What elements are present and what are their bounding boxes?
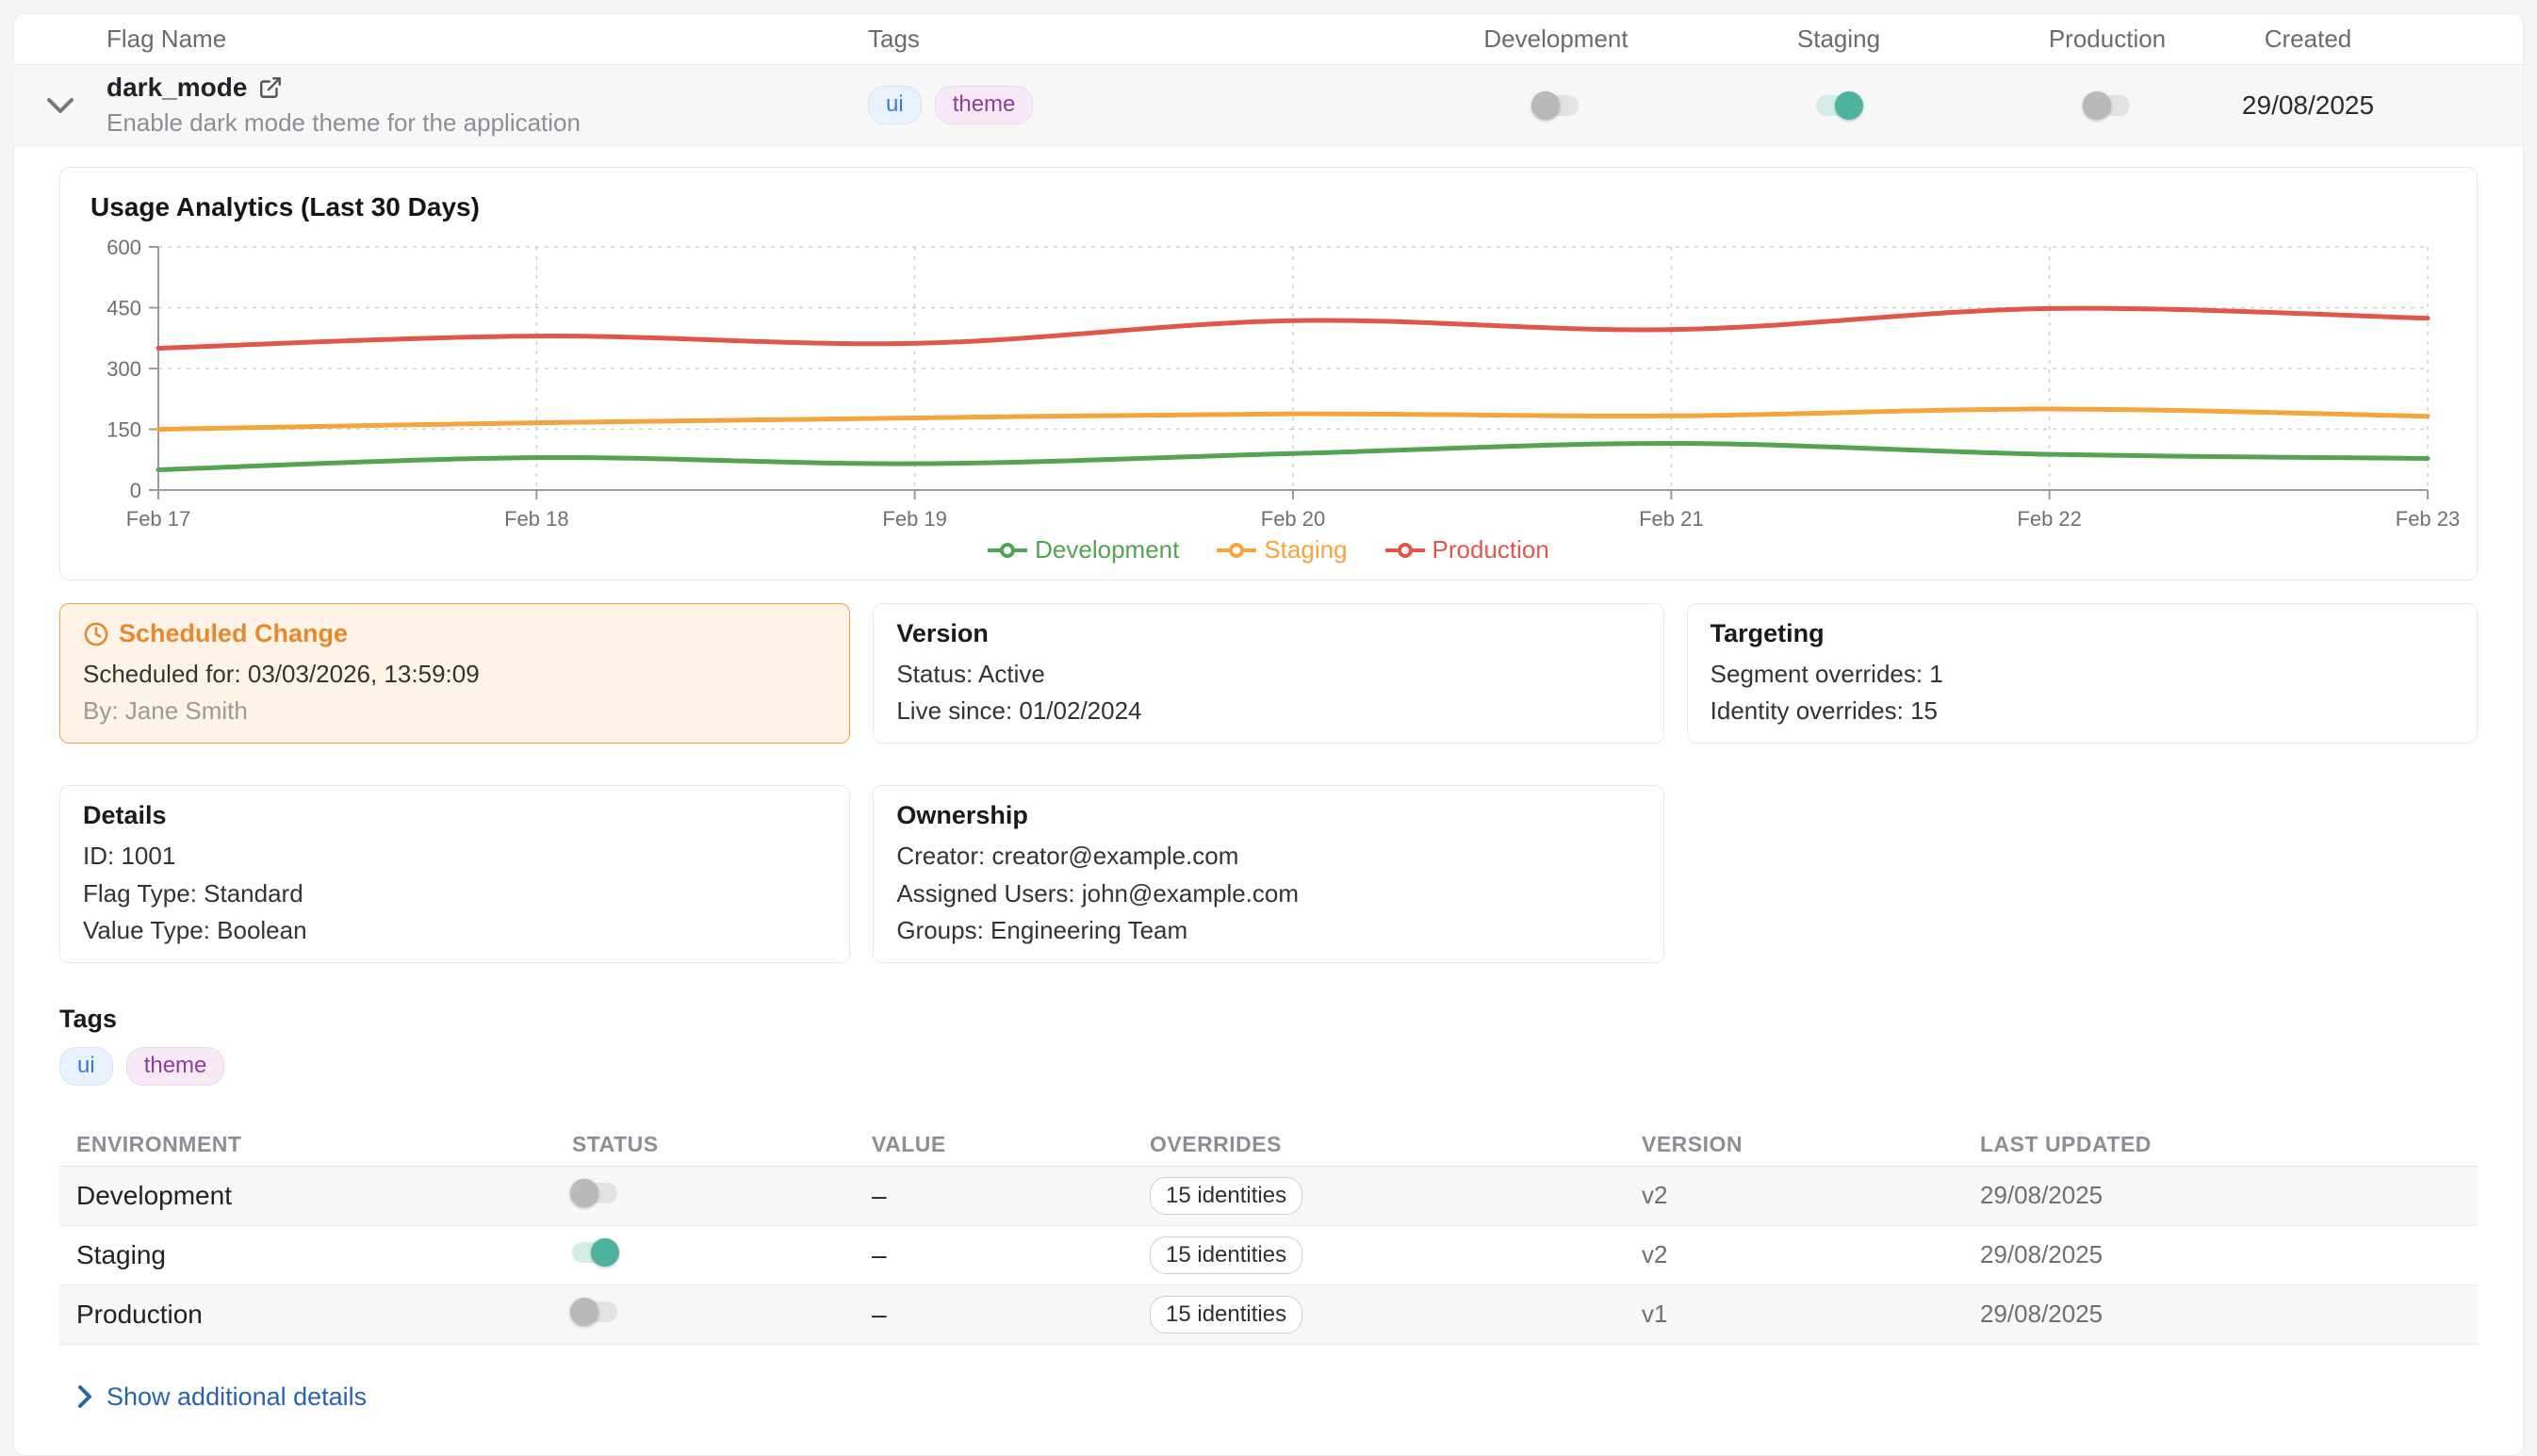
svg-text:Feb 19: Feb 19 [882, 507, 947, 531]
env-production-overrides-badge[interactable]: 15 identities [1150, 1296, 1302, 1333]
env-col-environment: ENVIRONMENT [76, 1132, 572, 1157]
env-staging-overrides-badge[interactable]: 15 identities [1150, 1236, 1302, 1274]
svg-text:Feb 17: Feb 17 [126, 507, 191, 531]
column-staging: Staging [1697, 25, 1980, 54]
development-toggle[interactable] [1533, 95, 1579, 116]
flag-id: ID: 1001 [83, 842, 827, 871]
flag-name: dark_mode [106, 73, 247, 103]
svg-text:450: 450 [106, 297, 141, 320]
groups: Groups: Engineering Team [896, 916, 1640, 945]
svg-text:300: 300 [106, 357, 141, 381]
segment-overrides: Segment overrides: 1 [1710, 660, 2454, 689]
flag-detail-body: Usage Analytics (Last 30 Days) 0 150 300 45… [14, 146, 2523, 1455]
env-col-version: VERSION [1642, 1132, 1980, 1157]
column-production: Production [1980, 25, 2234, 54]
usage-analytics-card: Usage Analytics (Last 30 Days) 0 150 300 45… [59, 167, 2478, 581]
chevron-down-icon [46, 97, 74, 114]
ownership-card: Ownership Creator: creator@example.com A… [873, 785, 1663, 963]
svg-text:Feb 20: Feb 20 [1261, 507, 1326, 531]
version-card-title: Version [896, 619, 1640, 648]
env-col-last-updated: LAST UPDATED [1980, 1132, 2478, 1157]
env-production-last-updated: 29/08/2025 [1980, 1300, 2478, 1329]
svg-text:600: 600 [106, 236, 141, 259]
svg-text:0: 0 [130, 479, 141, 502]
scheduled-change-card: Scheduled Change Scheduled for: 03/03/20… [59, 603, 850, 744]
tags-section: Tags ui theme [59, 1005, 2478, 1086]
production-toggle[interactable] [2085, 95, 2130, 116]
ownership-card-title: Ownership [896, 801, 1640, 830]
clock-icon [83, 621, 109, 647]
svg-text:Feb 23: Feb 23 [2396, 507, 2461, 531]
env-development-version: v2 [1642, 1181, 1980, 1210]
external-link-icon[interactable] [258, 75, 283, 100]
flag-detail-panel: Flag Name Tags Development Staging Produ… [13, 13, 2524, 1456]
tag-pill-ui: ui [868, 86, 922, 124]
tags-heading: Tags [59, 1005, 2478, 1034]
env-col-overrides: OVERRIDES [1150, 1132, 1642, 1157]
env-staging-last-updated: 29/08/2025 [1980, 1240, 2478, 1269]
show-additional-details-link[interactable]: Show additional details [76, 1382, 2478, 1412]
column-development: Development [1415, 25, 1697, 54]
flag-created-date: 29/08/2025 [2234, 90, 2523, 121]
env-col-status: STATUS [572, 1132, 872, 1157]
tag-pill-ui: ui [59, 1047, 113, 1086]
env-production-value: – [872, 1300, 1150, 1330]
version-status: Status: Active [896, 660, 1640, 689]
svg-text:Feb 18: Feb 18 [504, 507, 569, 531]
scheduled-by-text: By: Jane Smith [83, 696, 827, 726]
details-card: Details ID: 1001 Flag Type: Standard Val… [59, 785, 850, 963]
legend-item-development[interactable]: Development [988, 535, 1179, 564]
env-row-staging: Staging – 15 identities v2 29/08/2025 [59, 1226, 2478, 1285]
identity-overrides: Identity overrides: 15 [1710, 696, 2454, 726]
usage-analytics-chart: 0 150 300 450 600 Feb 17 Feb 18 Feb 19 Feb 20 Feb… [85, 236, 2452, 528]
assigned-users: Assigned Users: john@example.com [896, 879, 1640, 908]
creator: Creator: creator@example.com [896, 842, 1640, 871]
chevron-right-icon [76, 1384, 93, 1409]
legend-line-icon [988, 541, 1027, 560]
env-staging-toggle[interactable] [572, 1242, 617, 1263]
env-development-overrides-badge[interactable]: 15 identities [1150, 1177, 1302, 1215]
scheduled-change-title: Scheduled Change [119, 619, 348, 648]
version-live-since: Live since: 01/02/2024 [896, 696, 1640, 726]
chart-title: Usage Analytics (Last 30 Days) [90, 192, 2452, 222]
svg-text:Feb 21: Feb 21 [1639, 507, 1704, 531]
legend-line-icon [1385, 541, 1425, 560]
column-flag-name: Flag Name [106, 25, 868, 54]
env-staging-value: – [872, 1240, 1150, 1270]
scheduled-for-text: Scheduled for: 03/03/2026, 13:59:09 [83, 660, 827, 689]
column-created: Created [2234, 25, 2523, 54]
env-row-development: Development – 15 identities v2 29/08/202… [59, 1167, 2478, 1226]
env-development-last-updated: 29/08/2025 [1980, 1181, 2478, 1210]
details-card-title: Details [83, 801, 827, 830]
env-production-toggle[interactable] [572, 1301, 617, 1322]
targeting-card: Targeting Segment overrides: 1 Identity … [1687, 603, 2478, 744]
legend-line-icon [1217, 541, 1256, 560]
tag-pill-theme: theme [126, 1047, 225, 1086]
env-production-version: v1 [1642, 1300, 1980, 1329]
environments-table-header: ENVIRONMENT STATUS VALUE OVERRIDES VERSI… [59, 1123, 2478, 1167]
value-type: Value Type: Boolean [83, 916, 827, 945]
tag-pill-theme: theme [935, 86, 1034, 124]
env-col-value: VALUE [872, 1132, 1150, 1157]
svg-text:150: 150 [106, 418, 141, 442]
staging-toggle[interactable] [1816, 95, 1861, 116]
flag-table-header: Flag Name Tags Development Staging Produ… [14, 14, 2523, 65]
column-tags: Tags [868, 25, 1415, 54]
environments-table: ENVIRONMENT STATUS VALUE OVERRIDES VERSI… [59, 1123, 2478, 1345]
chart-legend: Development Staging Production [85, 535, 2452, 564]
flag-description: Enable dark mode theme for the applicati… [106, 108, 868, 138]
env-development-toggle[interactable] [572, 1183, 617, 1203]
legend-item-production[interactable]: Production [1385, 535, 1549, 564]
targeting-card-title: Targeting [1710, 619, 2454, 648]
legend-item-staging[interactable]: Staging [1217, 535, 1347, 564]
env-staging-version: v2 [1642, 1240, 1980, 1269]
version-card: Version Status: Active Live since: 01/02… [873, 603, 1663, 744]
flag-type: Flag Type: Standard [83, 879, 827, 908]
flag-row-dark-mode[interactable]: dark_mode Enable dark mode theme for the… [14, 65, 2523, 146]
env-row-production: Production – 15 identities v1 29/08/2025 [59, 1285, 2478, 1345]
svg-text:Feb 22: Feb 22 [2017, 507, 2082, 531]
expand-collapse-button[interactable] [14, 97, 106, 114]
env-development-value: – [872, 1181, 1150, 1211]
